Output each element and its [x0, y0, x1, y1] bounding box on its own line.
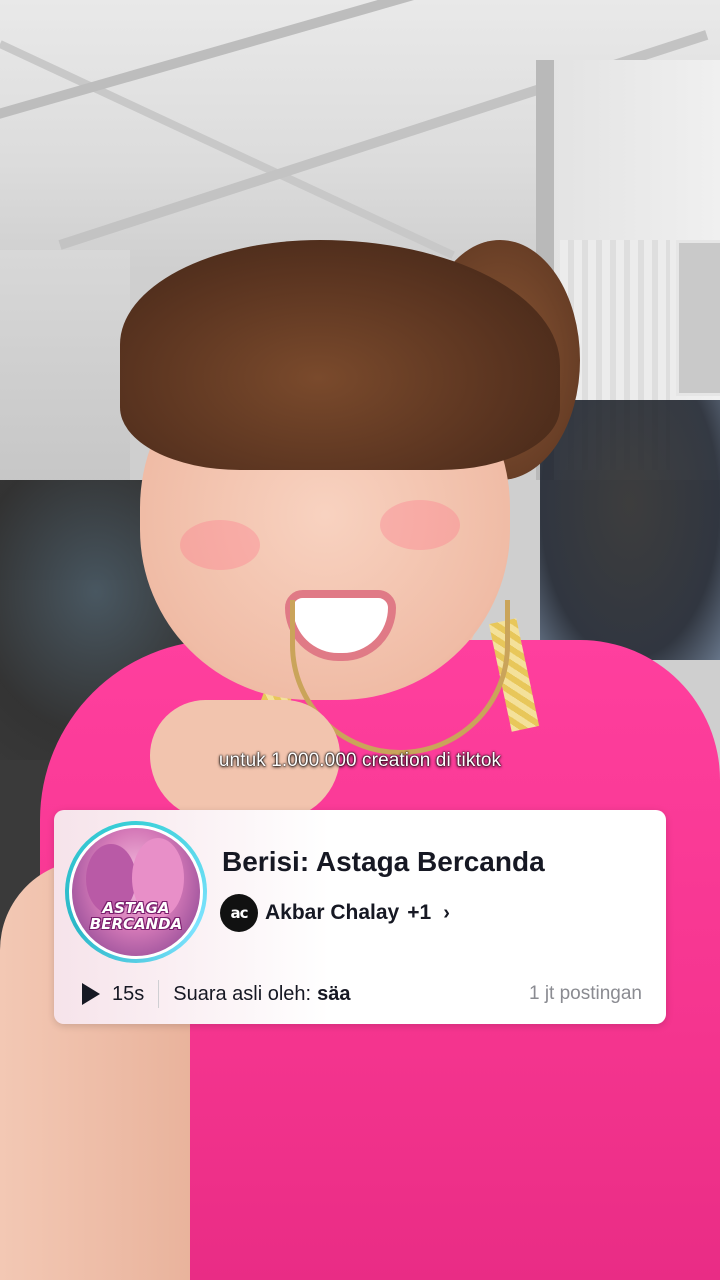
cover-logo-text: ASTAGA BERCANDA: [89, 899, 183, 933]
artist-more-count: +1: [407, 901, 432, 924]
artist-logo-icon: ac: [220, 894, 258, 932]
video-background[interactable]: [0, 0, 720, 1280]
sound-duration: 15s: [112, 982, 145, 1005]
original-sound-creator[interactable]: säa: [317, 983, 350, 1006]
artist-name: Akbar Chalay: [265, 901, 400, 924]
sound-card[interactable]: ASTAGA BERCANDA Berisi: Astaga Bercanda …: [54, 810, 666, 1024]
background-crowd: [540, 400, 720, 660]
original-sound-label: Suara asli oleh:: [173, 982, 312, 1005]
video-caption: untuk 1.000.000 creation di tiktok: [218, 750, 502, 771]
play-icon[interactable]: [82, 983, 100, 1005]
chevron-right-icon: ›: [443, 901, 450, 924]
divider: [158, 980, 160, 1008]
cover-art: ASTAGA BERCANDA: [69, 825, 203, 959]
sound-title[interactable]: Berisi: Astaga Bercanda: [222, 846, 545, 878]
window: [676, 240, 720, 396]
artist-row[interactable]: ac Akbar Chalay +1 ›: [220, 894, 450, 932]
blush: [380, 500, 460, 550]
post-count: 1 jt postingan: [528, 983, 642, 1004]
sound-cover[interactable]: ASTAGA BERCANDA: [65, 821, 207, 963]
sound-meta-row: 15s Suara asli oleh: säa 1 jt postingan: [82, 978, 642, 1010]
blush: [180, 520, 260, 570]
